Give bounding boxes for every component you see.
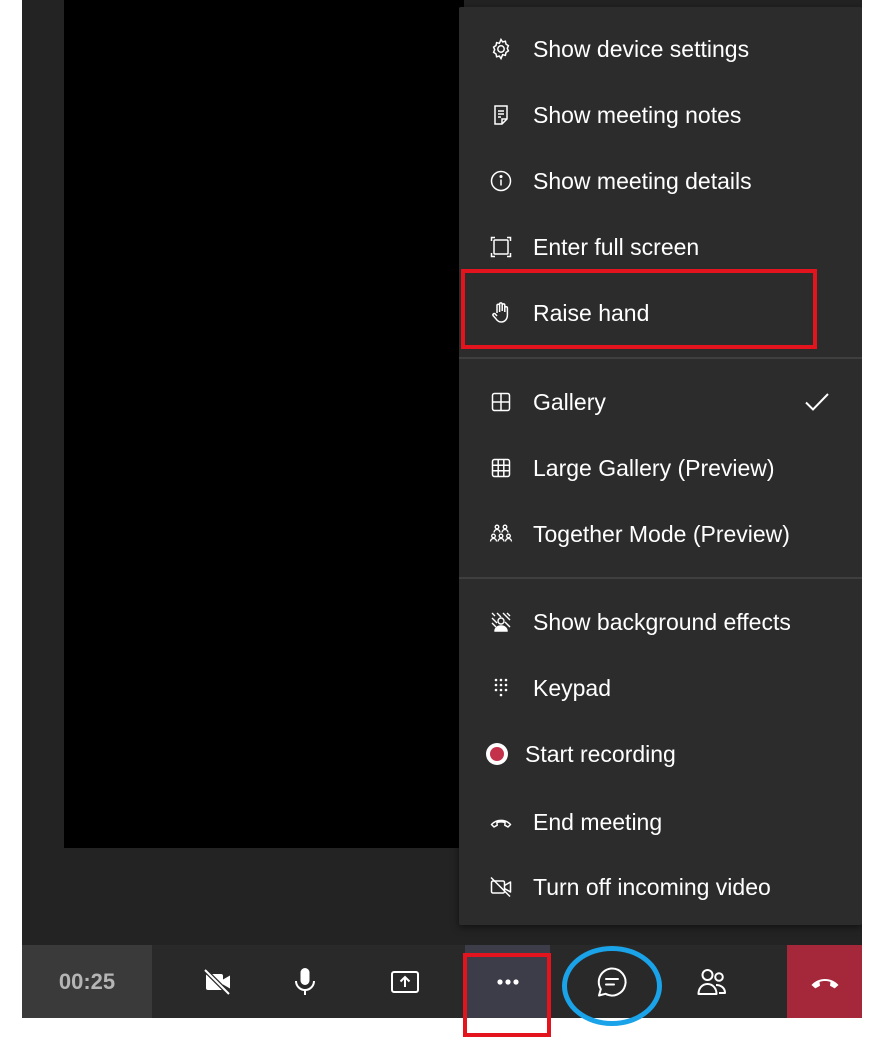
checkmark-icon <box>805 393 829 411</box>
record-icon <box>484 741 510 767</box>
participants-icon <box>697 968 726 995</box>
gallery-icon <box>488 389 514 415</box>
call-toolbar: 00:25 <box>22 945 862 1018</box>
menu-item-show-meeting-notes[interactable]: Show meeting notes <box>459 85 862 145</box>
chat-icon <box>597 966 627 996</box>
microphone-icon <box>294 967 315 995</box>
background-effects-icon <box>488 609 514 635</box>
menu-item-raise-hand[interactable]: Raise hand <box>459 283 862 343</box>
menu-divider <box>459 577 862 579</box>
menu-item-label: Gallery <box>533 388 606 415</box>
menu-item-label: Show meeting details <box>533 167 752 194</box>
menu-item-label: Enter full screen <box>533 233 700 260</box>
hang-up-icon <box>811 978 838 988</box>
call-timer: 00:25 <box>22 945 152 1018</box>
menu-item-label: Keypad <box>533 674 612 701</box>
share-screen-button[interactable] <box>347 945 462 1018</box>
menu-item-show-device-settings[interactable]: Show device settings <box>459 19 862 79</box>
menu-item-large-gallery[interactable]: Large Gallery (Preview) <box>459 438 862 498</box>
gear-icon <box>488 36 514 62</box>
menu-item-show-meeting-details[interactable]: Show meeting details <box>459 151 862 211</box>
menu-item-label: Start recording <box>525 740 676 767</box>
info-icon <box>488 168 514 194</box>
share-screen-icon <box>390 970 419 993</box>
menu-item-show-background-effects[interactable]: Show background effects <box>459 592 862 652</box>
notes-icon <box>488 102 514 128</box>
menu-item-label: End meeting <box>533 808 663 835</box>
video-area <box>64 0 464 848</box>
menu-item-enter-full-screen[interactable]: Enter full screen <box>459 217 862 277</box>
menu-item-together-mode[interactable]: Together Mode (Preview) <box>459 504 862 564</box>
together-mode-icon <box>488 521 514 547</box>
hand-icon <box>488 300 514 326</box>
more-options-button[interactable] <box>465 945 550 1018</box>
menu-item-label: Together Mode (Preview) <box>533 520 790 547</box>
menu-item-label: Raise hand <box>533 299 650 326</box>
fullscreen-icon <box>488 234 514 260</box>
menu-item-end-meeting[interactable]: End meeting <box>459 792 862 852</box>
end-meeting-icon <box>488 809 514 835</box>
keypad-icon <box>488 675 514 701</box>
menu-item-start-recording[interactable]: Start recording <box>459 724 862 784</box>
menu-item-label: Show background effects <box>533 608 791 635</box>
menu-item-label: Large Gallery (Preview) <box>533 454 775 481</box>
camera-toggle-button[interactable] <box>172 945 262 1018</box>
more-options-menu: Show device settings Show meeting notes … <box>459 7 862 925</box>
meeting-stage: Show device settings Show meeting notes … <box>22 0 862 1018</box>
menu-item-label: Turn off incoming video <box>533 873 771 900</box>
chat-button[interactable] <box>562 945 662 1018</box>
microphone-toggle-button[interactable] <box>262 945 347 1018</box>
menu-item-label: Show device settings <box>533 35 750 62</box>
more-options-icon <box>496 978 519 985</box>
participants-button[interactable] <box>662 945 762 1018</box>
menu-item-gallery[interactable]: Gallery <box>459 372 862 432</box>
menu-item-keypad[interactable]: Keypad <box>459 658 862 718</box>
menu-item-label: Show meeting notes <box>533 101 742 128</box>
large-gallery-icon <box>488 455 514 481</box>
hang-up-button[interactable] <box>787 945 862 1018</box>
video-off-icon <box>488 874 514 900</box>
menu-item-turn-off-incoming-video[interactable]: Turn off incoming video <box>459 857 862 917</box>
camera-off-icon <box>203 967 231 996</box>
menu-divider <box>459 357 862 359</box>
